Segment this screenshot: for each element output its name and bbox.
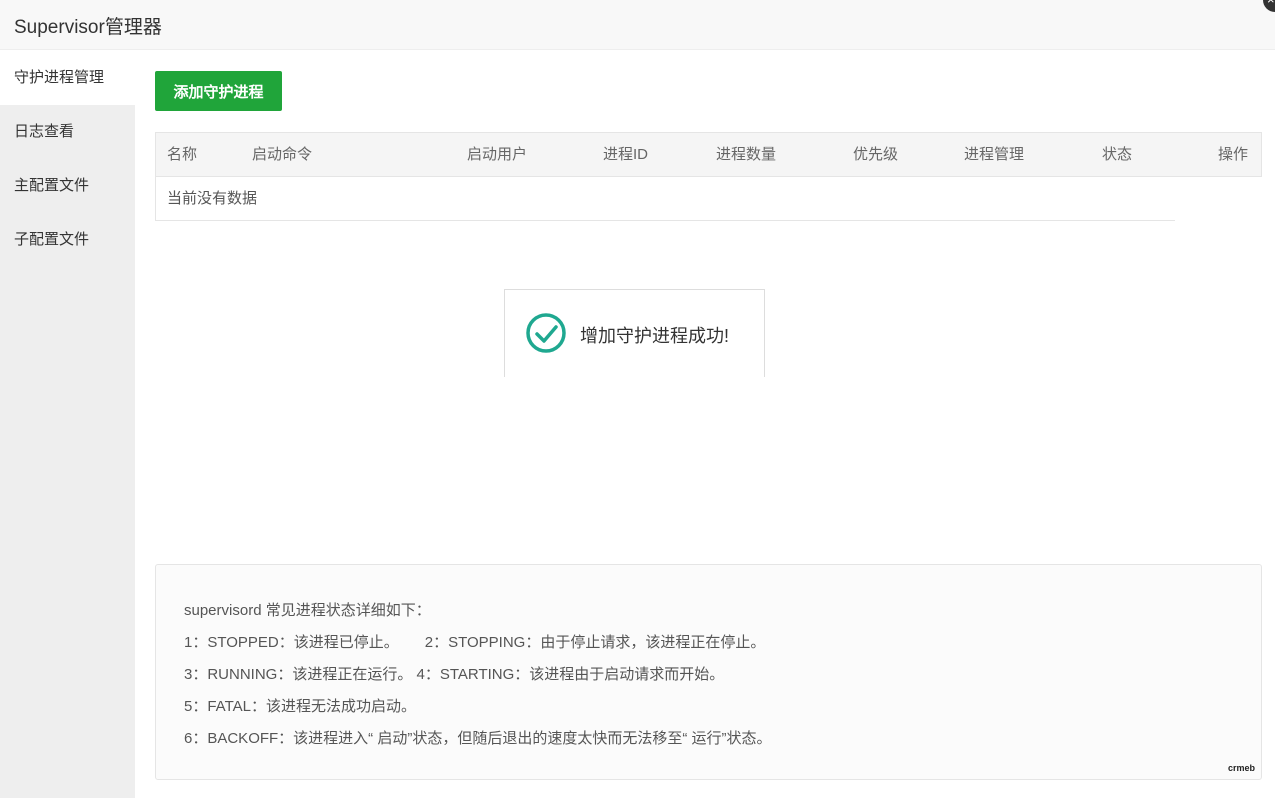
column-header-name[interactable]: 名称 xyxy=(167,133,197,177)
sidebar: 守护进程管理 日志查看 主配置文件 子配置文件 xyxy=(0,51,135,798)
status-desc-backoff: 6：BACKOFF：该进程进入“ 启动”状态，但随后退出的速度太快而无法移至“ … xyxy=(184,730,772,747)
help-line: 3：RUNNING：该进程正在运行。 4：STARTING：该进程由于启动请求而… xyxy=(184,659,1261,691)
status-help-panel: supervisord 常见进程状态详细如下： 1：STOPPED：该进程已停止… xyxy=(155,564,1262,780)
status-desc-stopped: 1：STOPPED：该进程已停止。 xyxy=(184,634,399,651)
sidebar-item-sub-config[interactable]: 子配置文件 xyxy=(0,213,135,267)
check-circle-icon xyxy=(526,313,566,353)
column-header-pid[interactable]: 进程ID xyxy=(603,133,648,177)
column-header-command[interactable]: 启动命令 xyxy=(252,133,312,177)
close-icon[interactable]: × xyxy=(1263,0,1275,12)
sidebar-item-main-config[interactable]: 主配置文件 xyxy=(0,159,135,213)
column-header-num-procs[interactable]: 进程数量 xyxy=(716,133,776,177)
status-desc-stopping: 2：STOPPING：由于停止请求，该进程正在停止。 xyxy=(424,634,766,651)
column-header-priority[interactable]: 优先级 xyxy=(853,133,898,177)
table-header: 名称 启动命令 启动用户 进程ID 进程数量 优先级 进程管理 状态 操作 xyxy=(155,132,1262,177)
status-desc-fatal: 5：FATAL：该进程无法成功启动。 xyxy=(184,698,416,715)
help-heading: supervisord 常见进程状态详细如下： xyxy=(184,602,431,619)
add-daemon-button[interactable]: 添加守护进程 xyxy=(155,71,282,111)
window-title: Supervisor管理器 xyxy=(14,17,162,38)
sidebar-item-daemon-manage[interactable]: 守护进程管理 xyxy=(0,51,135,105)
toast-message: 增加守护进程成功! xyxy=(580,326,730,346)
window-titlebar: Supervisor管理器 × xyxy=(0,0,1275,50)
column-header-actions[interactable]: 操作 xyxy=(1218,133,1248,177)
column-header-status[interactable]: 状态 xyxy=(1102,133,1132,177)
table-body: 当前没有数据 xyxy=(155,177,1175,221)
empty-table-message: 当前没有数据 xyxy=(167,190,258,207)
status-desc-running: 3：RUNNING：该进程正在运行。 xyxy=(184,666,413,683)
status-desc-starting: 4：STARTING：该进程由于启动请求而开始。 xyxy=(416,666,725,683)
brand-logo: crmeb xyxy=(1227,763,1255,773)
sidebar-item-log-view[interactable]: 日志查看 xyxy=(0,105,135,159)
process-table: 名称 启动命令 启动用户 进程ID 进程数量 优先级 进程管理 状态 操作 当前… xyxy=(155,132,1262,221)
help-line: 1：STOPPED：该进程已停止。 2：STOPPING：由于停止请求，该进程正在… xyxy=(184,627,1261,659)
main-panel: 添加守护进程 名称 启动命令 启动用户 进程ID 进程数量 优先级 进程管理 状… xyxy=(155,51,1262,798)
success-toast: 增加守护进程成功! xyxy=(504,289,765,377)
column-header-process-manage[interactable]: 进程管理 xyxy=(964,133,1024,177)
column-header-user[interactable]: 启动用户 xyxy=(467,133,527,177)
